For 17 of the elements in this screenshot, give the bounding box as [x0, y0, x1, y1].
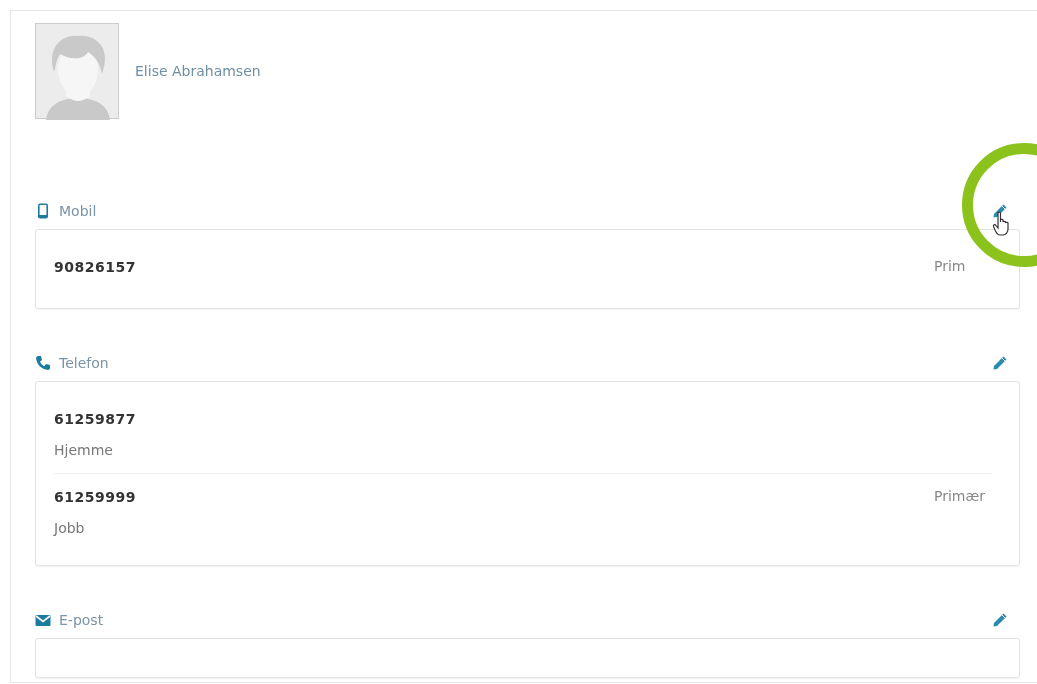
- primary-label: Primær: [934, 487, 986, 506]
- pencil-icon: [992, 612, 1008, 628]
- phone-number: 90826157: [54, 258, 136, 277]
- number-type: Jobb: [54, 519, 86, 538]
- hand-cursor-icon: [992, 211, 1012, 237]
- pencil-icon: [992, 355, 1008, 371]
- number-type: Hjemme: [54, 441, 114, 460]
- mobile-phone-icon: [35, 203, 51, 219]
- contact-name-link[interactable]: Elise Abrahamsen: [135, 61, 261, 82]
- envelope-icon: [35, 612, 51, 628]
- section-title: Telefon: [59, 353, 109, 373]
- primary-label: Prim: [934, 257, 967, 276]
- section-title: Mobil: [59, 201, 97, 221]
- section-title: E-post: [59, 610, 104, 630]
- phone-number: 61259877: [54, 410, 136, 429]
- phone-number: 61259999: [54, 488, 136, 507]
- phone-icon: [35, 355, 51, 371]
